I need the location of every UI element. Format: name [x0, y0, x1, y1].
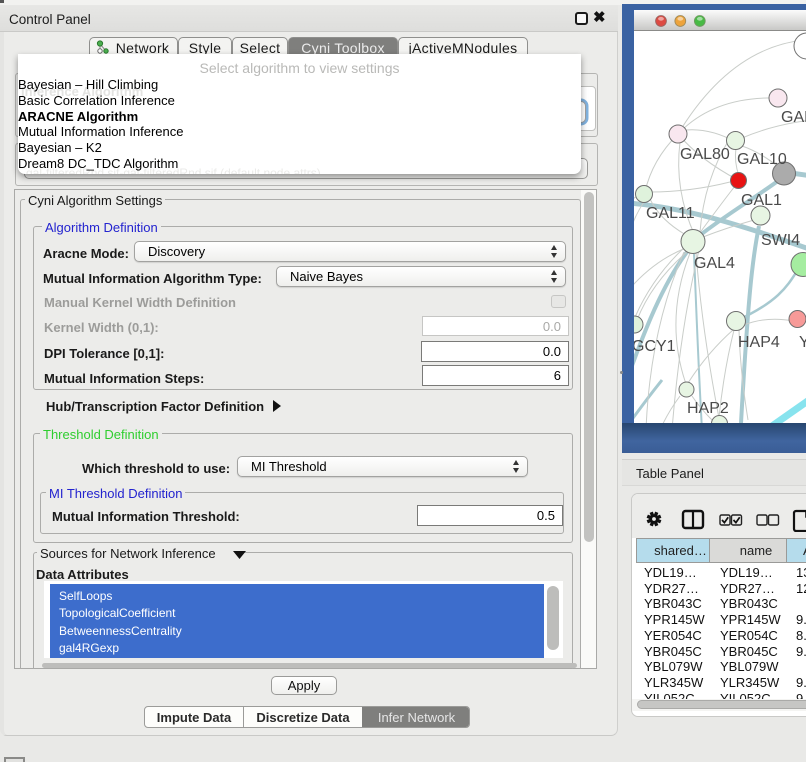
- svg-text:GCY1: GCY1: [634, 338, 676, 355]
- svg-text:GAL11: GAL11: [646, 205, 695, 222]
- svg-text:GAL4: GAL4: [694, 255, 735, 272]
- svg-text:GAL10: GAL10: [737, 151, 787, 168]
- svg-text:GAL1: GAL1: [741, 192, 782, 209]
- svg-text:HAP4: HAP4: [738, 334, 780, 351]
- svg-text:Y: Y: [799, 334, 806, 351]
- svg-text:HAP2: HAP2: [687, 400, 729, 417]
- svg-text:GAL: GAL: [781, 109, 806, 126]
- svg-text:SWI4: SWI4: [761, 232, 800, 249]
- svg-text:GAL80: GAL80: [680, 146, 730, 163]
